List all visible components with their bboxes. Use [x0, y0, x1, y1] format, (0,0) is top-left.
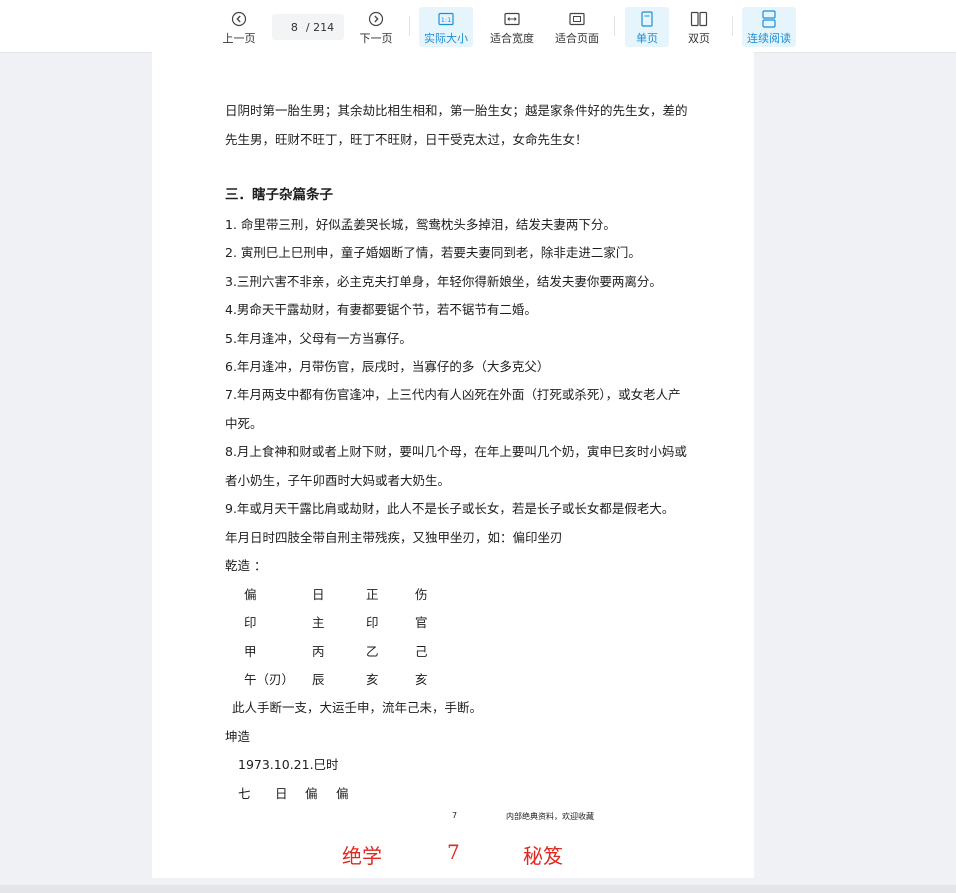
- text-line: 日阴时第一胎生男；其余劫比相生相和，第一胎生女；越是家条件好的先生女，差的: [225, 103, 688, 118]
- bazi-cell: 主: [312, 615, 325, 630]
- bazi-cell: 官: [415, 615, 428, 630]
- actual-size-label: 实际大小: [424, 32, 468, 45]
- text-line: 坤造: [225, 729, 251, 744]
- bazi-cell: 辰: [312, 672, 325, 687]
- text-line: 5.年月逢冲，父母有一方当寡仔。: [225, 331, 412, 346]
- prev-page-label: 上一页: [222, 32, 256, 45]
- bazi-cell: 乙: [366, 644, 379, 659]
- single-page-label: 单页: [636, 32, 658, 45]
- single-page-icon: [640, 10, 654, 28]
- section-heading: 三．瞎子杂篇条子: [225, 187, 333, 203]
- bazi-cell: 日: [275, 786, 288, 801]
- bazi-cell: 七: [238, 786, 251, 801]
- bazi-cell: 印: [366, 615, 379, 630]
- fit-width-button[interactable]: 适合宽度: [486, 7, 538, 47]
- bazi-cell: 偏: [305, 786, 318, 801]
- text-line: 9.年或月天干露比肩或劫财，此人不是长子或长女，若是长子或长女都是假老大。: [225, 501, 675, 516]
- toolbar-divider: [614, 16, 615, 36]
- text-line: 1. 命里带三刑，好似孟姜哭长城，鸳鸯枕头多掉泪，结发夫妻两下分。: [225, 217, 616, 232]
- page-footer-note: 内部绝典资料，欢迎收藏: [506, 812, 594, 821]
- bazi-cell: 伤: [415, 587, 428, 602]
- text-line: 4.男命天干露劫财，有妻都要锯个节，若不锯节有二婚。: [225, 302, 537, 317]
- text-line: 者小奶生，子午卯酉时大妈或者大奶生。: [225, 473, 451, 488]
- text-line: 8.月上食神和财或者上财下财，要叫几个母，在年上要叫几个奶，寅申巳亥时小妈或: [225, 444, 687, 459]
- bazi-cell: 正: [366, 587, 379, 602]
- bazi-cell: 亥: [415, 672, 428, 687]
- watermark-text: 绝学: [342, 844, 382, 868]
- continuous-scroll-icon: [761, 10, 777, 28]
- double-page-button[interactable]: 双页: [678, 7, 720, 47]
- page-number-box: / 214: [272, 14, 344, 40]
- fit-page-icon: [569, 10, 585, 28]
- text-line: 乾造 ：: [225, 558, 267, 573]
- page-total: / 214: [305, 20, 335, 34]
- next-page-label: 下一页: [359, 32, 393, 45]
- double-page-icon: [690, 10, 708, 28]
- actual-size-button[interactable]: 1:1 实际大小: [419, 7, 473, 47]
- chevron-right-icon: [368, 10, 384, 28]
- text-line: 7.年月两支中都有伤官逢冲，上三代内有人凶死在外面（打死或杀死），或女老人产: [225, 387, 681, 402]
- bazi-cell: 丙: [312, 644, 325, 659]
- text-line: 中死。: [225, 416, 263, 431]
- next-page-button[interactable]: 下一页: [357, 7, 395, 47]
- toolbar-divider: [409, 16, 410, 36]
- document-page: 日阴时第一胎生男；其余劫比相生相和，第一胎生女；越是家条件好的先生女，差的 先生…: [152, 52, 754, 878]
- actual-size-icon: 1:1: [438, 10, 454, 28]
- prev-page-button[interactable]: 上一页: [220, 7, 258, 47]
- page-number-input[interactable]: [281, 20, 298, 34]
- fit-width-label: 适合宽度: [490, 32, 534, 45]
- bazi-cell: 亥: [366, 672, 379, 687]
- bazi-cell: 午（刃）: [244, 672, 295, 687]
- toolbar: 上一页 / 214 下一页 1:1 实际大小 适合宽度 适合页面: [0, 0, 956, 53]
- text-line: 6.年月逢冲，月带伤官，辰戌时，当寡仔的多（大多克父）: [225, 359, 550, 374]
- text-line: 2. 寅刑巳上巳刑申，童子婚姻断了情，若要夫妻同到老，除非走进二家门。: [225, 245, 641, 260]
- text-line: 1973.10.21.巳时: [238, 757, 339, 772]
- double-page-label: 双页: [688, 32, 710, 45]
- fit-width-icon: [504, 10, 520, 28]
- text-line: 先生男，旺财不旺丁，旺丁不旺财，日干受克太过，女命先生女！: [225, 132, 588, 147]
- bazi-cell: 日: [312, 587, 325, 602]
- bazi-cell: 印: [244, 615, 257, 630]
- chevron-left-icon: [231, 10, 247, 28]
- bazi-cell: 偏: [244, 587, 257, 602]
- svg-text:1:1: 1:1: [441, 16, 451, 24]
- single-page-button[interactable]: 单页: [625, 7, 669, 47]
- bazi-cell: 甲: [244, 644, 257, 659]
- bottom-scroll-area: [0, 885, 956, 893]
- text-line: 此人手断一支，大运壬申，流年己未，手断。: [232, 700, 483, 715]
- page-footer-number: 7: [452, 811, 458, 820]
- toolbar-divider: [732, 16, 733, 36]
- bazi-cell: 己: [415, 644, 428, 659]
- bazi-cell: 偏: [336, 786, 349, 801]
- fit-page-label: 适合页面: [555, 32, 599, 45]
- text-line: 年月日时四肢全带自刑主带残疾，又独甲坐刃，如：偏印坐刃: [225, 530, 563, 545]
- watermark-text: 7: [447, 840, 460, 864]
- watermark-text: 秘笈: [523, 844, 563, 868]
- text-line: 3.三刑六害不非亲，必主克夫打单身，年轻你得新娘坐，结发夫妻你要两离分。: [225, 274, 662, 289]
- continuous-reading-button[interactable]: 连续阅读: [742, 7, 796, 47]
- continuous-reading-label: 连续阅读: [747, 32, 791, 45]
- fit-page-button[interactable]: 适合页面: [551, 7, 603, 47]
